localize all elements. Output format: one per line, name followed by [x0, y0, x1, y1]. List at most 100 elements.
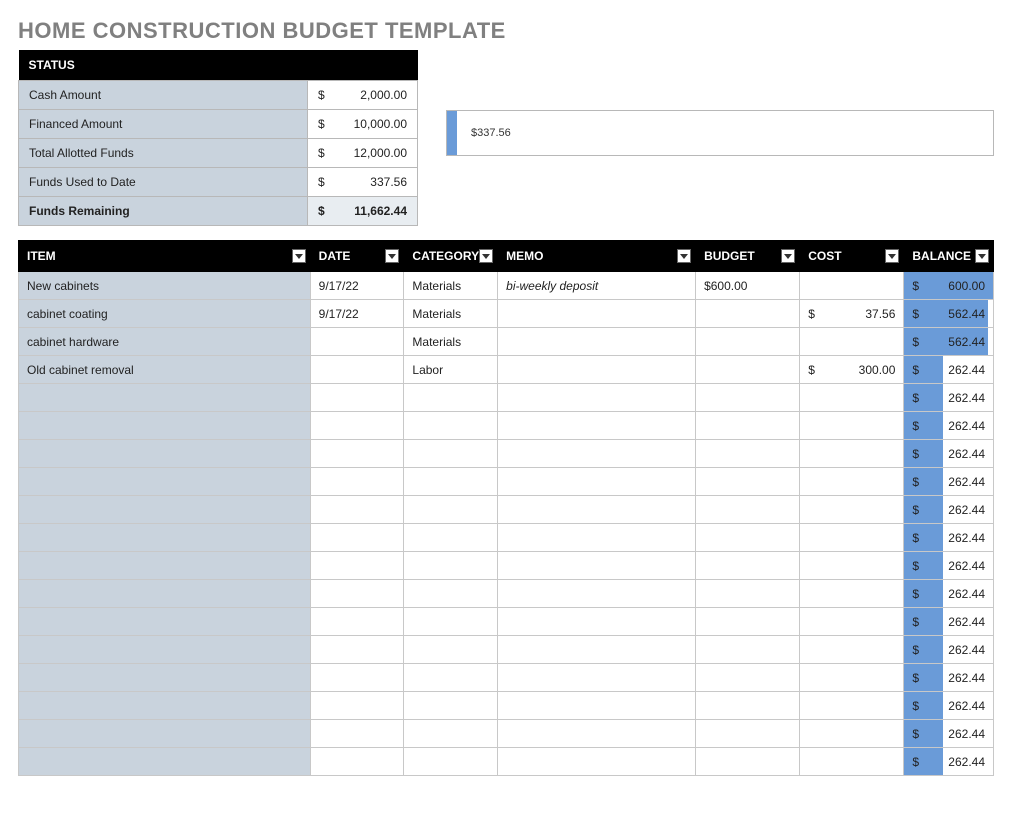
cell-item[interactable]	[19, 552, 311, 580]
cell-category[interactable]	[404, 552, 498, 580]
filter-dropdown-icon[interactable]	[677, 249, 691, 263]
cell-date[interactable]	[310, 524, 404, 552]
status-value[interactable]: $12,000.00	[308, 139, 418, 168]
cell-item[interactable]	[19, 496, 311, 524]
cell-memo[interactable]	[498, 412, 696, 440]
cell-memo[interactable]	[498, 664, 696, 692]
cell-cost[interactable]	[800, 524, 904, 552]
cell-memo[interactable]	[498, 440, 696, 468]
cell-category[interactable]	[404, 720, 498, 748]
cell-memo[interactable]	[498, 580, 696, 608]
cell-item[interactable]: cabinet hardware	[19, 328, 311, 356]
cell-category[interactable]: Materials	[404, 328, 498, 356]
cell-item[interactable]	[19, 692, 311, 720]
cell-balance[interactable]: $262.44	[904, 356, 994, 384]
cell-date[interactable]	[310, 384, 404, 412]
cell-category[interactable]	[404, 412, 498, 440]
cell-cost[interactable]	[800, 580, 904, 608]
cell-memo[interactable]	[498, 524, 696, 552]
cell-item[interactable]	[19, 608, 311, 636]
cell-cost[interactable]	[800, 496, 904, 524]
cell-item[interactable]	[19, 524, 311, 552]
cell-budget[interactable]	[696, 384, 800, 412]
cell-category[interactable]: Materials	[404, 300, 498, 328]
cell-balance[interactable]: $262.44	[904, 524, 994, 552]
cell-balance[interactable]: $262.44	[904, 384, 994, 412]
cell-memo[interactable]	[498, 636, 696, 664]
cell-date[interactable]: 9/17/22	[310, 272, 404, 300]
cell-budget[interactable]	[696, 496, 800, 524]
cell-date[interactable]	[310, 496, 404, 524]
cell-memo[interactable]	[498, 748, 696, 776]
cell-category[interactable]	[404, 608, 498, 636]
cell-memo[interactable]	[498, 720, 696, 748]
cell-date[interactable]	[310, 356, 404, 384]
cell-cost[interactable]	[800, 608, 904, 636]
cell-budget[interactable]	[696, 720, 800, 748]
cell-balance[interactable]: $262.44	[904, 636, 994, 664]
cell-balance[interactable]: $262.44	[904, 496, 994, 524]
cell-balance[interactable]: $262.44	[904, 580, 994, 608]
cell-category[interactable]	[404, 384, 498, 412]
cell-budget[interactable]	[696, 748, 800, 776]
cell-budget[interactable]	[696, 692, 800, 720]
status-label[interactable]: Funds Remaining	[19, 197, 308, 226]
cell-category[interactable]	[404, 692, 498, 720]
cell-category[interactable]	[404, 580, 498, 608]
cell-date[interactable]	[310, 328, 404, 356]
cell-budget[interactable]: $600.00	[696, 272, 800, 300]
status-value[interactable]: $2,000.00	[308, 81, 418, 110]
cell-date[interactable]	[310, 580, 404, 608]
cell-cost[interactable]	[800, 328, 904, 356]
status-label[interactable]: Total Allotted Funds	[19, 139, 308, 168]
cell-cost[interactable]: $37.56	[800, 300, 904, 328]
cell-balance[interactable]: $562.44	[904, 300, 994, 328]
cell-date[interactable]	[310, 468, 404, 496]
cell-cost[interactable]	[800, 272, 904, 300]
status-value[interactable]: $10,000.00	[308, 110, 418, 139]
cell-cost[interactable]: $300.00	[800, 356, 904, 384]
cell-budget[interactable]	[696, 356, 800, 384]
cell-category[interactable]: Materials	[404, 272, 498, 300]
cell-item[interactable]	[19, 720, 311, 748]
cell-cost[interactable]	[800, 552, 904, 580]
cell-cost[interactable]	[800, 440, 904, 468]
cell-date[interactable]	[310, 692, 404, 720]
cell-date[interactable]	[310, 440, 404, 468]
status-label[interactable]: Cash Amount	[19, 81, 308, 110]
filter-dropdown-icon[interactable]	[975, 249, 989, 263]
cell-balance[interactable]: $562.44	[904, 328, 994, 356]
cell-date[interactable]	[310, 748, 404, 776]
cell-memo[interactable]	[498, 384, 696, 412]
cell-memo[interactable]	[498, 552, 696, 580]
cell-memo[interactable]	[498, 300, 696, 328]
cell-balance[interactable]: $262.44	[904, 552, 994, 580]
cell-budget[interactable]	[696, 328, 800, 356]
cell-category[interactable]	[404, 524, 498, 552]
cell-budget[interactable]	[696, 552, 800, 580]
cell-category[interactable]	[404, 468, 498, 496]
cell-item[interactable]	[19, 412, 311, 440]
cell-cost[interactable]	[800, 384, 904, 412]
cell-item[interactable]: New cabinets	[19, 272, 311, 300]
cell-balance[interactable]: $262.44	[904, 692, 994, 720]
cell-memo[interactable]	[498, 496, 696, 524]
cell-item[interactable]	[19, 748, 311, 776]
cell-cost[interactable]	[800, 720, 904, 748]
cell-memo[interactable]: bi-weekly deposit	[498, 272, 696, 300]
cell-item[interactable]	[19, 664, 311, 692]
cell-memo[interactable]	[498, 328, 696, 356]
filter-dropdown-icon[interactable]	[885, 249, 899, 263]
cell-budget[interactable]	[696, 636, 800, 664]
cell-date[interactable]	[310, 664, 404, 692]
cell-balance[interactable]: $262.44	[904, 664, 994, 692]
cell-budget[interactable]	[696, 580, 800, 608]
cell-item[interactable]	[19, 440, 311, 468]
cell-balance[interactable]: $262.44	[904, 608, 994, 636]
cell-cost[interactable]	[800, 412, 904, 440]
cell-category[interactable]	[404, 496, 498, 524]
cell-item[interactable]: Old cabinet removal	[19, 356, 311, 384]
cell-balance[interactable]: $262.44	[904, 412, 994, 440]
cell-category[interactable]	[404, 664, 498, 692]
cell-item[interactable]	[19, 636, 311, 664]
